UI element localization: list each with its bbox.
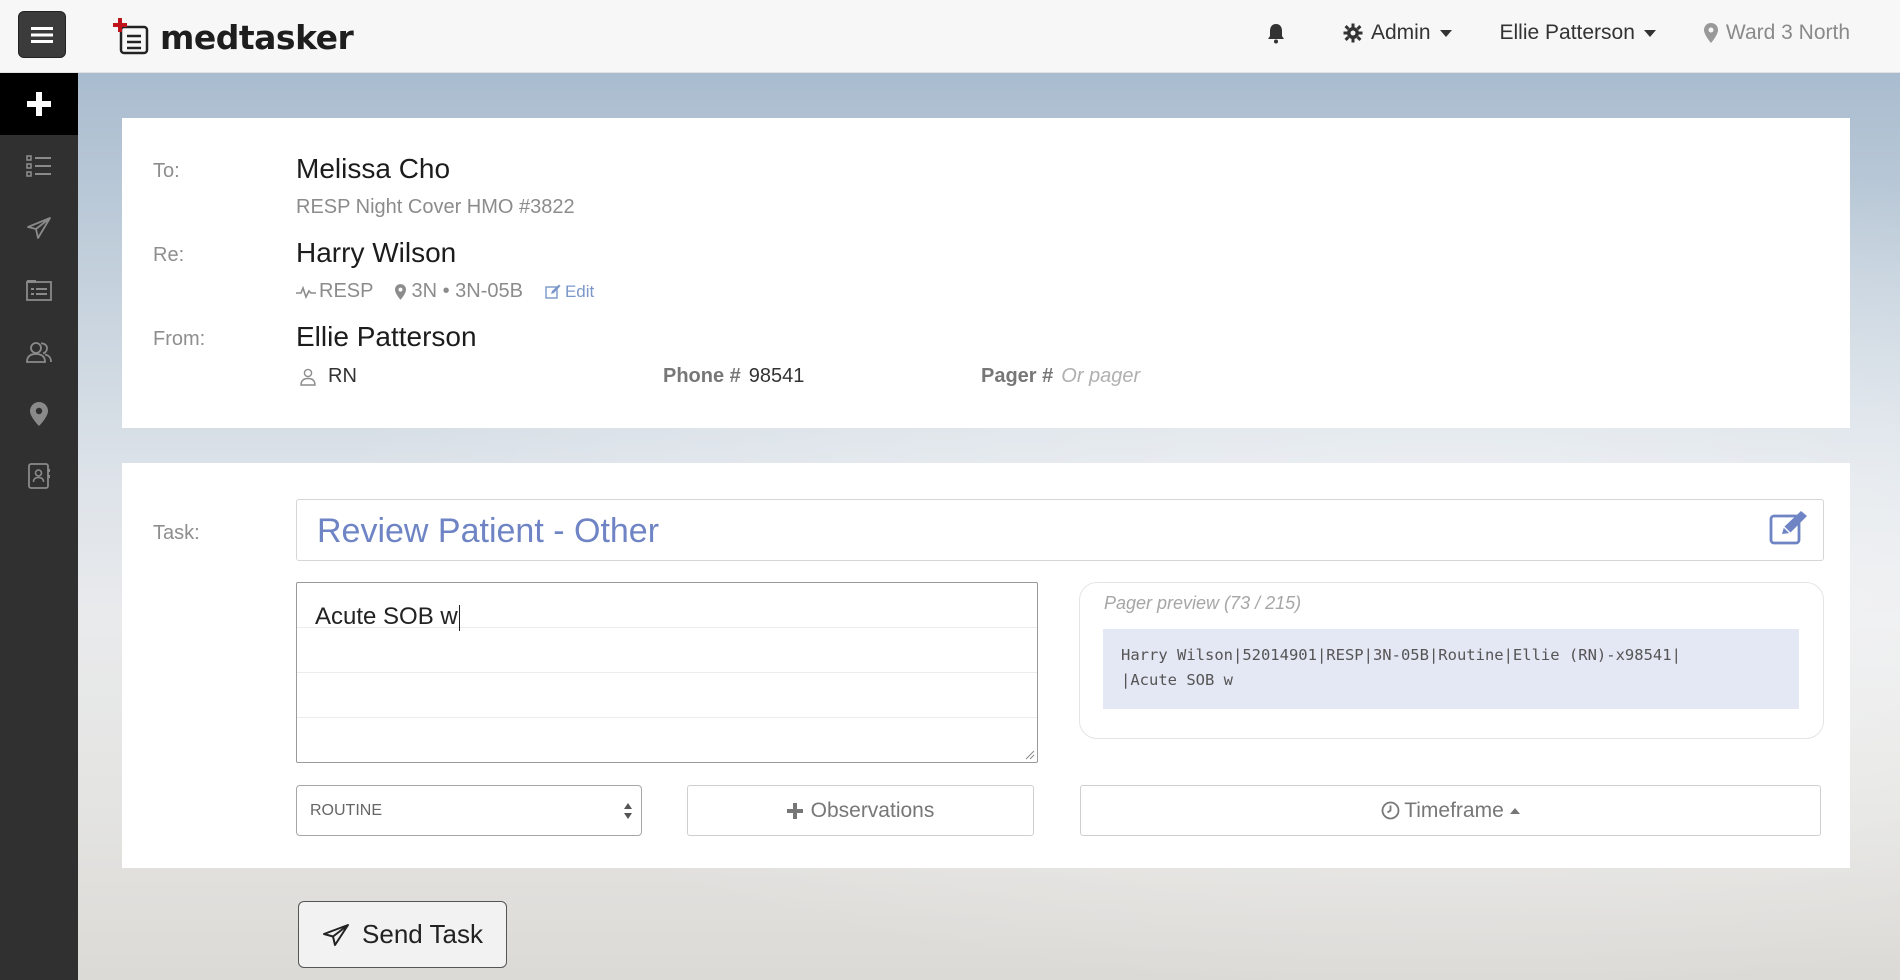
- pager-field[interactable]: Pager # Or pager: [981, 365, 1140, 388]
- task-title: Review Patient - Other: [317, 512, 660, 550]
- task-panel: Task: Review Patient - Other Acute SOB w…: [122, 463, 1850, 868]
- from-label: From:: [153, 328, 206, 350]
- user-label: Ellie Patterson: [1499, 21, 1635, 44]
- send-icon: [27, 217, 51, 239]
- select-arrows-icon: [624, 803, 632, 819]
- task-list-icon: [26, 155, 51, 177]
- clock-icon: [1381, 801, 1400, 820]
- text-cursor: [458, 604, 460, 631]
- timeframe-label: Timeframe: [1404, 798, 1504, 822]
- chevron-down-icon: [1439, 29, 1452, 37]
- recipient-panel: To: Melissa Cho RESP Night Cover HMO #38…: [122, 118, 1850, 428]
- logo-text: medtasker: [160, 17, 354, 57]
- user-icon: [300, 368, 316, 386]
- sidebar-item-locations[interactable]: [0, 383, 78, 445]
- chevron-down-icon: [1643, 29, 1656, 37]
- observations-label: Observations: [810, 798, 935, 822]
- pager-input-placeholder[interactable]: Or pager: [1061, 365, 1140, 388]
- plus-icon: [27, 92, 51, 116]
- re-label: Re:: [153, 244, 185, 266]
- pager-preview-caption: Pager preview (73 / 215): [1104, 593, 1302, 613]
- user-menu[interactable]: Ellie Patterson: [1500, 21, 1656, 45]
- patient-unit-text: RESP: [319, 280, 374, 302]
- resize-handle-icon[interactable]: [1025, 750, 1035, 760]
- sidebar-item-teams[interactable]: [0, 321, 78, 383]
- sidebar-item-contacts[interactable]: [0, 445, 78, 507]
- timeframe-button[interactable]: Timeframe: [1080, 785, 1821, 836]
- admin-menu[interactable]: Admin: [1343, 21, 1452, 45]
- to-label: To:: [153, 160, 180, 182]
- menu-toggle-button[interactable]: [18, 11, 66, 58]
- ward-label: Ward 3 North: [1725, 21, 1850, 44]
- task-label: Task:: [153, 522, 200, 544]
- people-icon: [26, 342, 52, 363]
- heartbeat-icon: [296, 285, 316, 299]
- sidebar: [0, 73, 78, 980]
- sidebar-item-new-task[interactable]: [0, 73, 78, 135]
- phone-field[interactable]: Phone # 98541: [663, 365, 804, 388]
- priority-select[interactable]: ROUTINE: [296, 785, 642, 836]
- contacts-icon: [28, 463, 50, 489]
- location-icon: [30, 402, 48, 426]
- bell-icon: [1267, 24, 1284, 44]
- patient-list-icon: [26, 280, 52, 301]
- pager-label: Pager #: [981, 365, 1054, 387]
- edit-patient-link[interactable]: Edit: [545, 282, 594, 302]
- patient-location-text: 3N • 3N-05B: [411, 280, 523, 302]
- phone-value: 98541: [748, 365, 805, 387]
- from-role: RN: [296, 365, 357, 388]
- chevron-up-icon: [1509, 807, 1520, 814]
- task-note-textarea[interactable]: Acute SOB w: [296, 582, 1038, 763]
- edit-icon: [545, 284, 561, 299]
- sidebar-item-sent[interactable]: [0, 197, 78, 259]
- to-name[interactable]: Melissa Cho: [296, 153, 450, 185]
- edit-task-icon[interactable]: [1769, 510, 1809, 546]
- observations-button[interactable]: Observations: [687, 785, 1034, 836]
- pager-preview: Pager preview (73 / 215) Harry Wilson|52…: [1079, 582, 1824, 739]
- task-type-field[interactable]: Review Patient - Other: [296, 499, 1824, 561]
- phone-label: Phone #: [663, 365, 741, 387]
- map-marker-icon: [1703, 23, 1718, 43]
- patient-name[interactable]: Harry Wilson: [296, 237, 456, 269]
- ward-selector[interactable]: Ward 3 North: [1703, 21, 1850, 45]
- patient-details: RESP 3N • 3N-05B Edit: [296, 280, 594, 303]
- patient-location: 3N • 3N-05B: [395, 280, 523, 303]
- from-role-text: RN: [328, 365, 357, 387]
- plus-icon: [786, 802, 803, 819]
- task-note-value: Acute SOB w: [315, 603, 458, 630]
- priority-value: ROUTINE: [310, 802, 382, 819]
- sidebar-item-patients[interactable]: [0, 259, 78, 321]
- top-bar: medtasker Admin Ellie Patterson Ward 3 N…: [0, 0, 1900, 73]
- from-name[interactable]: Ellie Patterson: [296, 321, 477, 353]
- to-role: RESP Night Cover HMO #3822: [296, 196, 575, 218]
- gear-icon: [1343, 23, 1363, 43]
- top-nav: Admin Ellie Patterson Ward 3 North: [1217, 0, 1850, 66]
- send-task-label: Send Task: [362, 919, 483, 949]
- hamburger-icon: [31, 26, 53, 43]
- send-icon: [323, 923, 350, 946]
- task-note-text: Acute SOB w: [315, 603, 460, 631]
- notifications-button[interactable]: [1265, 22, 1295, 44]
- pager-preview-text: Harry Wilson|52014901|RESP|3N-05B|Routin…: [1103, 629, 1799, 709]
- app-logo[interactable]: medtasker: [112, 12, 354, 62]
- map-marker-icon: [395, 283, 407, 300]
- logo-icon: [112, 17, 152, 57]
- edit-label: Edit: [564, 281, 595, 301]
- send-task-button[interactable]: Send Task: [298, 901, 507, 968]
- patient-unit: RESP: [296, 280, 373, 303]
- sidebar-item-tasks[interactable]: [0, 135, 78, 197]
- admin-label: Admin: [1370, 21, 1431, 44]
